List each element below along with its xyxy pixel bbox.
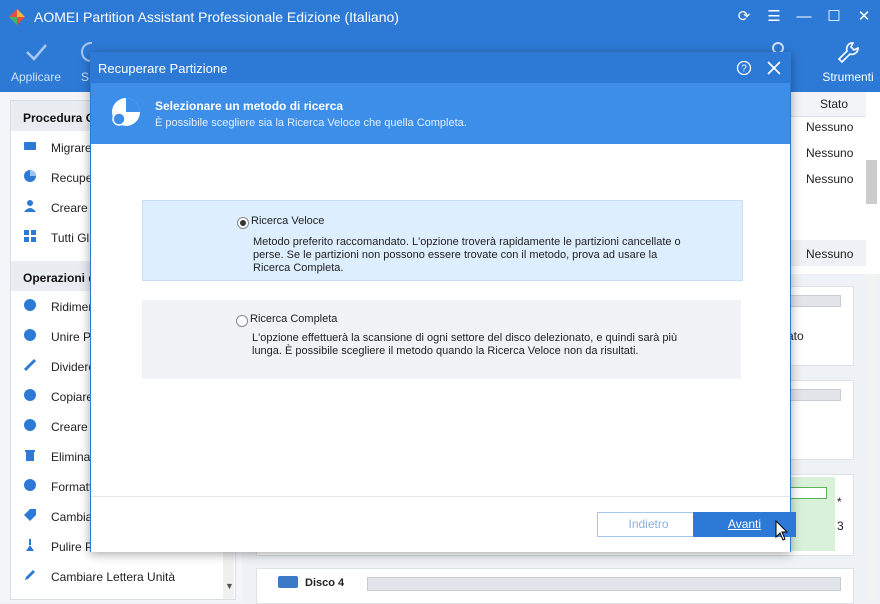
back-button[interactable]: Indietro bbox=[597, 512, 700, 537]
fast-search-label: Ricerca Veloce bbox=[251, 215, 325, 227]
pie-icon bbox=[24, 170, 36, 182]
fast-search-radio[interactable] bbox=[237, 217, 249, 229]
close-window-icon[interactable]: ✕ bbox=[853, 6, 875, 28]
section1-title: Procedura G bbox=[23, 111, 96, 125]
stato-cell: Nessuno bbox=[806, 247, 854, 261]
recover-pie-icon bbox=[112, 98, 140, 126]
stato-cell: Nessuno bbox=[806, 120, 854, 134]
option-full-search[interactable]: Ricerca Completa L'opzione effettuerà la… bbox=[142, 300, 741, 379]
recover-partition-dialog: Recuperare Partizione ? Selezionare un m… bbox=[90, 52, 796, 552]
refresh-icon[interactable]: ⟳ bbox=[733, 6, 755, 28]
resize-icon bbox=[24, 299, 36, 311]
app-title: AOMEI Partition Assistant Professionale … bbox=[34, 9, 399, 25]
title-bar: AOMEI Partition Assistant Professionale … bbox=[0, 0, 880, 34]
full-search-radio[interactable] bbox=[236, 315, 248, 327]
dialog-title: Recuperare Partizione bbox=[98, 61, 228, 76]
sidebar-item-label: Dividere bbox=[51, 360, 96, 374]
disk4-label: Disco 4 bbox=[305, 577, 345, 589]
dialog-title-bar: Recuperare Partizione ? bbox=[91, 53, 790, 83]
app-logo-icon bbox=[9, 9, 25, 25]
disk-icon bbox=[278, 576, 298, 588]
partition-star: * bbox=[837, 495, 842, 509]
tools-label: Strumenti bbox=[822, 70, 874, 84]
menu-icon[interactable]: ☰ bbox=[763, 6, 785, 28]
svg-text:?: ? bbox=[741, 64, 747, 75]
full-search-description: L'opzione effettuerà la scansione di ogn… bbox=[252, 332, 678, 357]
copy-icon bbox=[24, 389, 36, 401]
disk-icon bbox=[24, 142, 36, 150]
sidebar-item-label: Cambiare Lettera Unità bbox=[51, 570, 176, 584]
create-icon bbox=[24, 419, 36, 431]
disk-map-scrollbar[interactable] bbox=[866, 274, 877, 602]
help-icon[interactable]: ? bbox=[736, 60, 752, 76]
sidebar-item-label: Migrare bbox=[51, 141, 92, 155]
close-icon[interactable] bbox=[767, 61, 781, 75]
disk4-row[interactable]: Disco 4 bbox=[256, 568, 854, 604]
maximize-icon[interactable]: ☐ bbox=[823, 6, 845, 28]
apply-label: Applicare bbox=[10, 70, 62, 84]
person-icon bbox=[24, 200, 36, 212]
trash-icon bbox=[25, 450, 35, 461]
header-subtitle: È possibile scegliere sia la Ricerca Vel… bbox=[155, 117, 467, 129]
dialog-footer: Indietro Avanti bbox=[91, 496, 796, 552]
option-fast-search[interactable]: Ricerca Veloce Metodo preferito raccoman… bbox=[142, 200, 743, 281]
dialog-header: Selezionare un metodo di ricerca È possi… bbox=[91, 83, 790, 144]
check-icon bbox=[26, 44, 47, 61]
mouse-cursor-icon bbox=[775, 520, 789, 541]
tools-button[interactable]: Strumenti bbox=[820, 34, 876, 92]
table-row[interactable]: Nessuno bbox=[790, 240, 866, 266]
fast-search-description: Metodo preferito raccomandato. L'opzione… bbox=[253, 236, 681, 274]
stato-cell: Nessuno bbox=[806, 172, 854, 186]
apply-button[interactable]: Applicare bbox=[10, 34, 62, 92]
grid-icon bbox=[24, 230, 36, 242]
merge-icon bbox=[24, 329, 36, 341]
partition-bar[interactable] bbox=[367, 577, 841, 591]
wrench-icon bbox=[837, 42, 859, 64]
stato-header-label: Stato bbox=[820, 97, 849, 111]
sidebar-item-cambiare-lettera[interactable]: Cambiare Lettera Unità bbox=[23, 561, 223, 591]
header-title: Selezionare un metodo di ricerca bbox=[155, 99, 344, 113]
table-scrollbar[interactable] bbox=[866, 160, 877, 204]
sidebar-item-label: Copiare bbox=[51, 390, 94, 404]
split-icon bbox=[23, 358, 37, 372]
tag-icon bbox=[24, 509, 36, 521]
brush-icon bbox=[26, 539, 34, 551]
stato-cell: Nessuno bbox=[806, 146, 854, 160]
section2-title: Operazioni d bbox=[23, 271, 96, 285]
full-search-label: Ricerca Completa bbox=[250, 313, 338, 325]
scroll-down-icon[interactable]: ▼ bbox=[225, 581, 234, 591]
pencil-icon bbox=[25, 570, 35, 580]
stato-column-header[interactable]: Stato bbox=[790, 92, 866, 117]
partition-count: 3 bbox=[837, 519, 844, 533]
minimize-icon[interactable]: — bbox=[793, 6, 815, 28]
format-icon bbox=[24, 479, 36, 491]
